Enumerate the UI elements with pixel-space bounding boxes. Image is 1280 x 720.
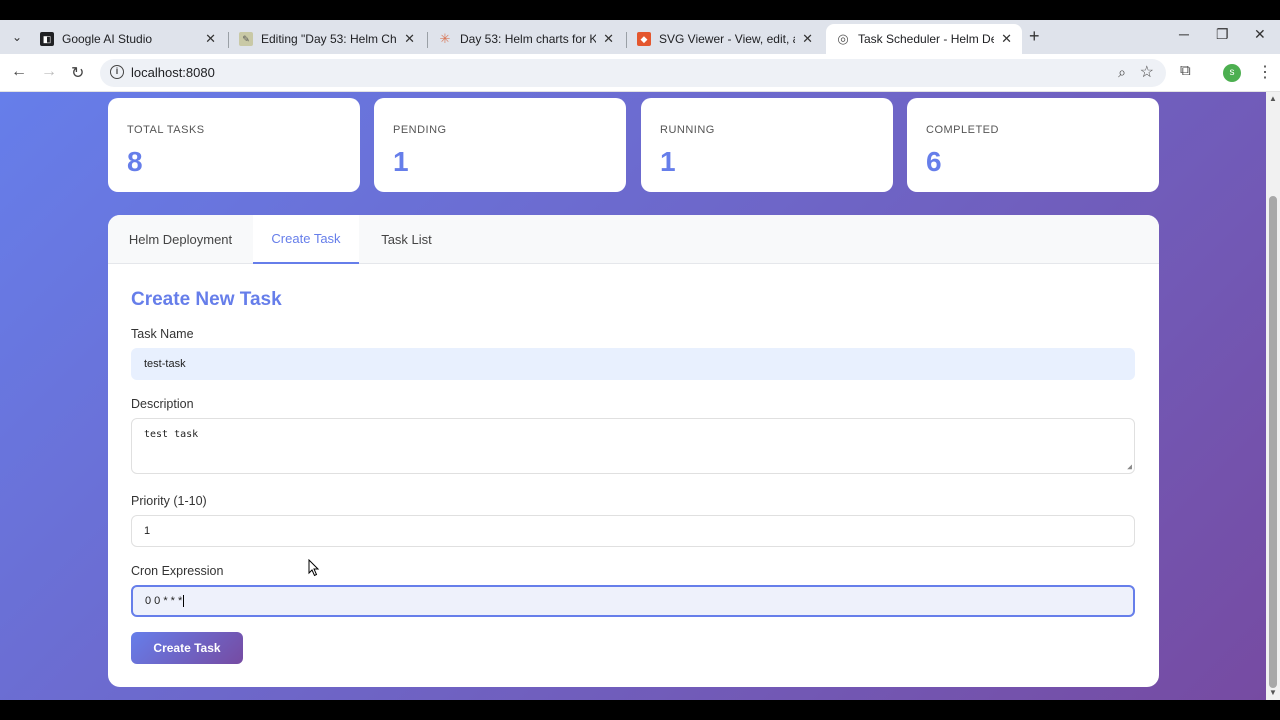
profile-avatar[interactable]: s	[1223, 64, 1241, 82]
forward-arrow-icon[interactable]: →	[41, 63, 57, 81]
stat-card-total: TOTAL TASKS 8	[108, 98, 360, 192]
browser-tab-svg-viewer[interactable]: ◆ SVG Viewer - View, edit, and op ✕	[627, 24, 823, 54]
address-bar[interactable]: i localhost:8080 ⌕ ☆	[100, 59, 1166, 87]
browser-tab-editing[interactable]: ✎ Editing "Day 53: Helm Charts - I ✕	[229, 24, 425, 54]
panel-tab-bar: Helm Deployment Create Task Task List	[108, 215, 1159, 264]
close-icon[interactable]: ✕	[603, 31, 614, 47]
tab-create-task[interactable]: Create Task	[253, 215, 359, 264]
stat-value: 1	[660, 146, 676, 177]
stat-value: 6	[926, 146, 942, 177]
back-arrow-icon[interactable]: ←	[11, 63, 27, 81]
browser-tab-title: SVG Viewer - View, edit, and op	[659, 32, 795, 46]
mouse-pointer-icon	[308, 559, 320, 577]
extensions-puzzle-icon[interactable]: ⧉	[1180, 62, 1191, 79]
site-info-icon[interactable]: i	[110, 65, 124, 79]
browser-menu-icon[interactable]: ⋮	[1257, 62, 1273, 82]
resize-grip-icon[interactable]: ◢	[1127, 462, 1132, 471]
priority-input[interactable]: 1	[131, 515, 1135, 547]
description-value: test task	[144, 429, 199, 440]
feather-icon: ✎	[239, 32, 253, 46]
new-tab-plus-icon[interactable]: +	[1029, 26, 1040, 47]
bookmark-star-icon[interactable]: ☆	[1140, 62, 1154, 82]
tab-helm-deployment[interactable]: Helm Deployment	[108, 215, 253, 264]
page-viewport: TOTAL TASKS 8 PENDING 1 RUNNING 1 COMPLE…	[0, 92, 1266, 700]
stat-card-pending: PENDING 1	[374, 98, 626, 192]
sparkle-icon: ✳	[439, 31, 451, 46]
form-title: Create New Task	[131, 289, 282, 310]
page-scrollbar[interactable]: ▲ ▼	[1266, 92, 1280, 700]
tab-search-chevron-icon[interactable]: ⌄	[6, 27, 28, 47]
window-close-icon[interactable]: ✕	[1254, 26, 1266, 43]
close-icon[interactable]: ✕	[802, 31, 813, 47]
reload-icon[interactable]: ↻	[71, 63, 84, 83]
stat-card-completed: COMPLETED 6	[907, 98, 1159, 192]
priority-value: 1	[144, 525, 151, 537]
restore-icon[interactable]: ❐	[1216, 26, 1229, 43]
stat-value: 1	[393, 146, 409, 177]
description-textarea[interactable]: test task ◢	[131, 418, 1135, 474]
stat-value: 8	[127, 146, 143, 177]
zoom-magnifier-icon[interactable]: ⌕	[1118, 64, 1126, 81]
tab-task-list[interactable]: Task List	[359, 215, 454, 264]
minimize-icon[interactable]: ─	[1179, 26, 1189, 42]
main-panel: Helm Deployment Create Task Task List Cr…	[108, 215, 1159, 687]
scroll-down-arrow-icon[interactable]: ▼	[1269, 688, 1277, 697]
ai-studio-icon: ◧	[40, 32, 54, 46]
browser-tabstrip: ⌄ ◧ Google AI Studio ✕ ✎ Editing "Day 53…	[0, 20, 1280, 54]
browser-tab-day53[interactable]: ✳ Day 53: Helm charts for Kuberne ✕	[428, 24, 624, 54]
browser-tab-task-scheduler[interactable]: ◎ Task Scheduler - Helm Deploym ✕	[826, 24, 1022, 54]
close-icon[interactable]: ✕	[404, 31, 415, 47]
scrollbar-thumb[interactable]	[1269, 196, 1277, 688]
browser-toolbar: ← → ↻ i localhost:8080 ⌕ ☆	[0, 54, 1280, 92]
browser-tab-title: Google AI Studio	[62, 32, 153, 46]
screen-top-bar	[0, 0, 1280, 20]
close-icon[interactable]: ✕	[1001, 31, 1012, 47]
scroll-up-arrow-icon[interactable]: ▲	[1269, 94, 1277, 103]
browser-tab-title: Editing "Day 53: Helm Charts - I	[261, 32, 397, 46]
browser-tab-ai-studio[interactable]: ◧ Google AI Studio ✕	[30, 24, 226, 54]
stat-label: PENDING	[393, 124, 447, 136]
browser-tab-title: Task Scheduler - Helm Deploym	[858, 32, 994, 46]
stat-card-running: RUNNING 1	[641, 98, 893, 192]
stat-label: COMPLETED	[926, 124, 999, 136]
task-name-input[interactable]: test-task	[131, 348, 1135, 380]
task-name-label: Task Name	[131, 327, 194, 341]
close-icon[interactable]: ✕	[205, 31, 216, 47]
browser-tab-title: Day 53: Helm charts for Kuberne	[460, 32, 596, 46]
create-task-button[interactable]: Create Task	[131, 632, 243, 664]
globe-icon: ◎	[837, 31, 849, 46]
task-name-value: test-task	[144, 358, 186, 370]
stat-label: TOTAL TASKS	[127, 124, 205, 136]
stat-label: RUNNING	[660, 124, 715, 136]
text-caret	[183, 595, 185, 607]
svg-viewer-icon: ◆	[637, 32, 651, 46]
cron-expression-input[interactable]: 0 0 * * *	[131, 585, 1135, 617]
cron-label: Cron Expression	[131, 564, 224, 578]
url-text: localhost:8080	[131, 65, 215, 80]
screen-bottom-bar	[0, 700, 1280, 720]
cron-value: 0 0 * * *	[145, 595, 183, 607]
priority-label: Priority (1-10)	[131, 494, 207, 508]
description-label: Description	[131, 397, 194, 411]
